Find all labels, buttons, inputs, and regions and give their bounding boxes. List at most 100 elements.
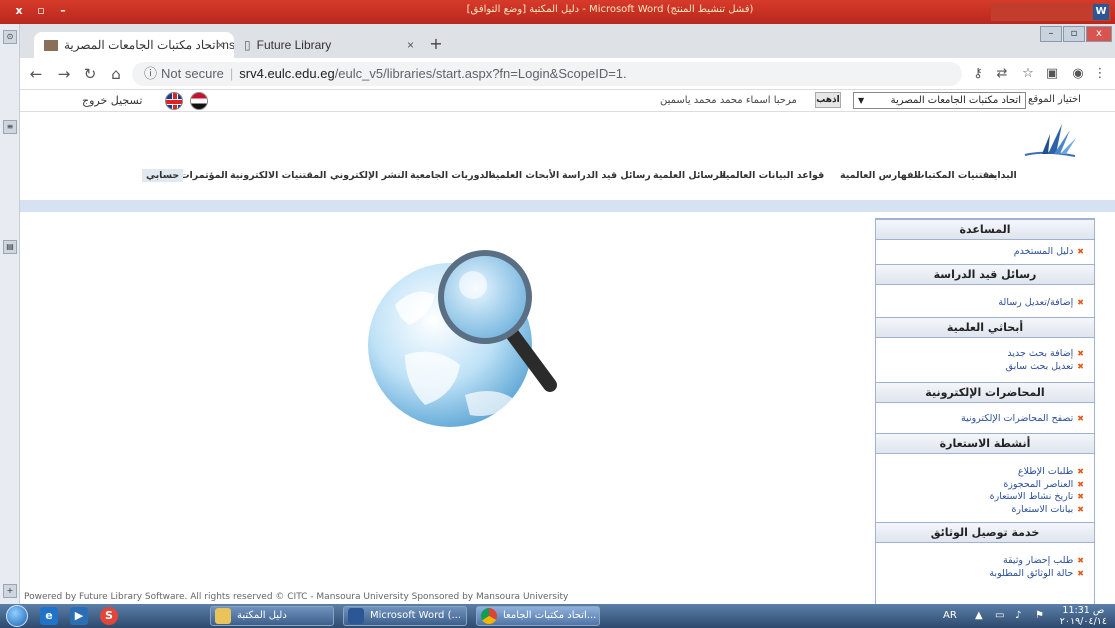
new-tab-button[interactable]: + — [425, 34, 447, 56]
globe-magnifier-icon — [368, 250, 557, 427]
sidebar-link[interactable]: ✖بيانات الاستعارة — [880, 504, 1084, 517]
folder-icon — [215, 608, 231, 624]
top-bar: تسجيل خروج مرحبا اسماء محمد محمد ياسمين … — [20, 90, 1115, 112]
nav-world-catalogs[interactable]: الفهارس العالمية — [840, 170, 921, 181]
bullet-icon: ✖ — [1077, 247, 1084, 256]
volume-icon[interactable]: ♪ — [1015, 610, 1021, 621]
minimize-button[interactable]: – — [1040, 26, 1062, 42]
sidebar-link[interactable]: ✖تعديل بحث سابق — [880, 361, 1084, 374]
browser-window: اتحاد مكتبات الجامعات المصرية nsortium ×… — [20, 24, 1115, 604]
bullet-icon: ✖ — [1077, 479, 1084, 489]
sidebar-link[interactable]: ✖إضافة/تعديل رسالة — [880, 297, 1084, 310]
minimize-icon[interactable]: – — [52, 3, 74, 19]
url-path: /eulc_v5/libraries/start.aspx?fn=Login&S… — [334, 66, 627, 81]
go-button[interactable]: اذهب — [815, 92, 841, 108]
app-icon[interactable]: S — [100, 607, 118, 625]
sidebar: المساعدة ✖دليل المستخدم رسائل قيد الدراس… — [875, 218, 1095, 604]
taskbar-task-library[interactable]: دليل المكتبة — [210, 606, 334, 626]
word-left-ruler: ⊙ ≡ ▤ + — [0, 24, 20, 604]
forward-icon[interactable]: → — [54, 64, 74, 84]
bullet-icon: ✖ — [1077, 298, 1084, 307]
reload-icon[interactable]: ↻ — [80, 64, 100, 84]
window-controls: – ▫ x — [1039, 26, 1113, 44]
menu-icon[interactable]: ⋮ — [1090, 64, 1110, 84]
key-icon[interactable]: ⚷ — [968, 64, 988, 84]
nav-my-account[interactable]: حسابي — [142, 169, 184, 182]
tab-label: اتحاد مكتبات الجامعات المصرية nsortium — [64, 38, 234, 52]
sidebar-link[interactable]: ✖طلب إحضار وثيقة — [880, 555, 1084, 568]
nav-theses[interactable]: الرسائل العلمية — [653, 170, 726, 181]
nav-e-holdings[interactable]: المقتنيات الالكترونية — [230, 170, 326, 181]
nav-conferences[interactable]: المؤتمرات — [180, 170, 228, 181]
start-button[interactable] — [6, 605, 28, 627]
ruler-toggle[interactable]: ≡ — [3, 120, 17, 134]
sidebar-link[interactable]: ✖دليل المستخدم — [880, 246, 1084, 259]
info-icon[interactable]: ⓘ — [144, 66, 157, 81]
close-button[interactable]: x — [1086, 26, 1112, 42]
extension-icon[interactable]: ▣ — [1042, 64, 1062, 84]
clock[interactable]: 11:31 ص ٢٠١٩/٠٤/١٤ — [1060, 605, 1107, 627]
sidebar-section-title: أنشطة الاستعارة — [876, 433, 1094, 454]
zoom-in-icon[interactable]: + — [3, 584, 17, 598]
nav-holdings[interactable]: مقتنيات المكتبات — [915, 170, 995, 181]
chrome-icon — [481, 608, 497, 624]
main-navigation: البداية مقتنيات المكتبات الفهارس العالمي… — [20, 166, 1115, 188]
office-button[interactable]: ⊙ — [3, 30, 17, 44]
web-page: تسجيل خروج مرحبا اسماء محمد محمد ياسمين … — [20, 90, 1115, 604]
bullet-icon: ✖ — [1077, 504, 1084, 514]
site-select-label: اختيار الموقع — [1028, 94, 1081, 105]
tab-close-icon[interactable]: × — [217, 38, 224, 52]
internet-explorer-icon[interactable]: e — [40, 607, 58, 625]
security-label: Not secure — [161, 66, 224, 81]
star-icon[interactable]: ☆ — [1018, 64, 1038, 84]
nav-ongoing-theses[interactable]: رسائل قيد الدراسة — [562, 170, 651, 181]
taskbar: e ▶ S دليل المكتبة Microsoft Word (... ا… — [0, 604, 1115, 628]
view-toggle[interactable]: ▤ — [3, 240, 17, 254]
media-player-icon[interactable]: ▶ — [70, 607, 88, 625]
profile-icon[interactable]: ◉ — [1068, 64, 1088, 84]
bullet-icon: ✖ — [1077, 568, 1084, 578]
translate-icon[interactable]: ⇄ — [992, 64, 1012, 84]
home-icon[interactable]: ⌂ — [106, 64, 126, 84]
sidebar-link[interactable]: ✖العناصر المحجوزة — [880, 479, 1084, 492]
word-icon — [348, 608, 364, 624]
site-logo — [1024, 124, 1076, 157]
sidebar-link[interactable]: ✖إضافة بحث جديد — [880, 348, 1084, 361]
flag-icon[interactable]: ⚑ — [1035, 610, 1044, 621]
bullet-icon: ✖ — [1077, 349, 1084, 358]
page-footer: Powered by Future Library Software. All … — [24, 592, 569, 602]
logout-link[interactable]: تسجيل خروج — [82, 94, 142, 107]
tray-expand-icon[interactable]: ▲ — [975, 610, 983, 621]
word-title-bar: x ▫ – دليل المكتبة [وضع التوافق] - Micro… — [0, 0, 1115, 24]
site-select[interactable]: ▼ اتحاد مكتبات الجامعات المصرية — [853, 92, 1026, 109]
nav-research[interactable]: الأبحاث العلمية — [490, 170, 559, 181]
tab-eulc[interactable]: اتحاد مكتبات الجامعات المصرية nsortium × — [34, 32, 234, 58]
sidebar-link[interactable]: ✖طلبات الإطلاع — [880, 466, 1084, 479]
nav-journals[interactable]: الدوريات الجامعية — [410, 170, 492, 181]
taskbar-task-chrome[interactable]: اتحاد مكتبات الجامعا... — [476, 606, 600, 626]
bullet-icon: ✖ — [1077, 556, 1084, 565]
address-bar[interactable]: ⓘ Not secure | srv4.eulc.edu.eg/eulc_v5/lib… — [132, 62, 962, 86]
network-icon[interactable]: ▭ — [995, 610, 1004, 621]
tab-strip: اتحاد مكتبات الجامعات المصرية nsortium ×… — [20, 24, 1115, 58]
word-quick-access: W — [991, 3, 1111, 21]
tab-close-icon[interactable]: × — [407, 38, 414, 52]
nav-e-publishing[interactable]: النشر الإلكتروني — [330, 170, 408, 181]
english-flag-icon[interactable] — [165, 92, 183, 110]
language-indicator[interactable]: AR — [943, 610, 957, 621]
close-icon[interactable]: x — [8, 3, 30, 19]
sidebar-link[interactable]: ✖تصفح المحاضرات الإلكترونية — [880, 413, 1084, 426]
back-icon[interactable]: ← — [26, 64, 46, 84]
arabic-flag-icon[interactable] — [190, 92, 208, 110]
taskbar-task-word[interactable]: Microsoft Word (... — [343, 606, 467, 626]
sidebar-section-title: رسائل قيد الدراسة — [876, 264, 1094, 285]
toolbar: ← → ↻ ⌂ ⓘ Not secure | srv4.eulc.edu.eg/eul… — [20, 58, 1115, 90]
restore-icon[interactable]: ▫ — [30, 3, 52, 19]
sidebar-link[interactable]: ✖تاريخ نشاط الاستعارة — [880, 491, 1084, 504]
tab-future-library[interactable]: ▯ Future Library × — [234, 32, 424, 58]
dropdown-arrow-icon: ▼ — [858, 96, 865, 105]
url-host: srv4.eulc.edu.eg — [239, 66, 335, 81]
sidebar-link[interactable]: ✖حالة الوثائق المطلوبة — [880, 568, 1084, 581]
maximize-button[interactable]: ▫ — [1063, 26, 1085, 42]
nav-world-databases[interactable]: قواعد البيانات العالمية — [720, 170, 824, 181]
